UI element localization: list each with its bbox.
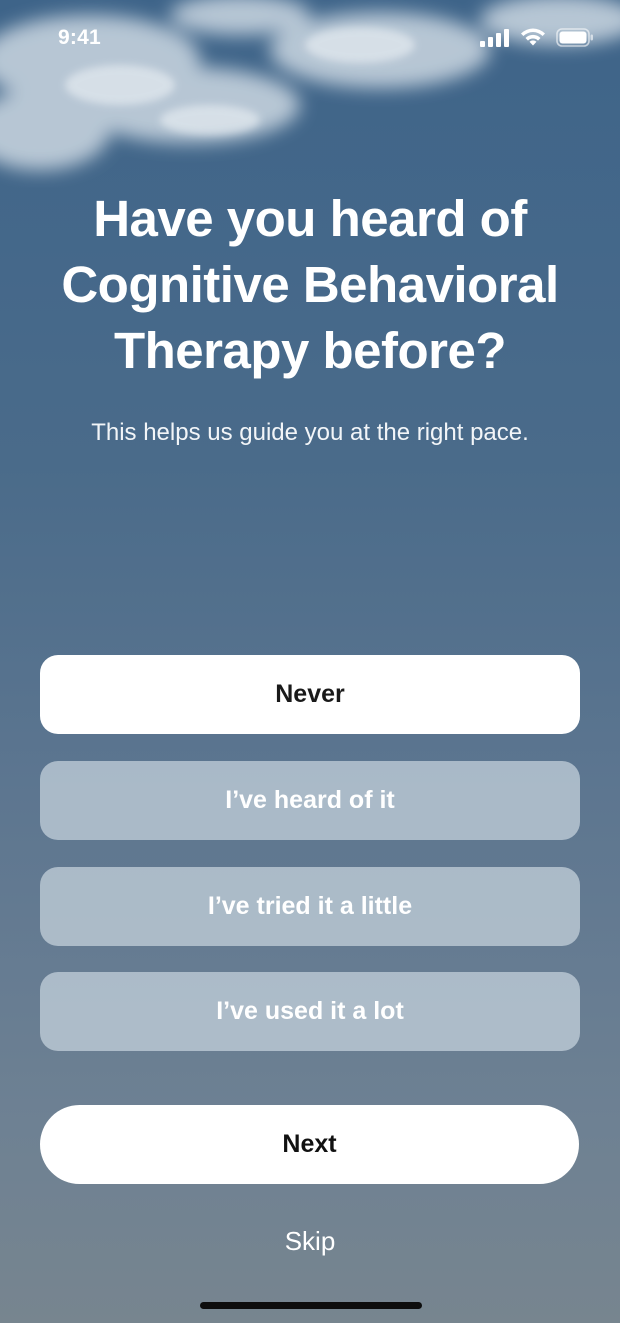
next-button-label: Next bbox=[282, 1130, 337, 1158]
option-label: I’ve used it a lot bbox=[216, 997, 404, 1025]
status-bar: 9:41 bbox=[0, 0, 620, 78]
battery-icon bbox=[556, 28, 593, 47]
question-subtitle: This helps us guide you at the right pac… bbox=[91, 419, 529, 446]
onboarding-screen: 9:41 Have you heard of Cognitive Behavio… bbox=[0, 0, 620, 1323]
cellular-signal-icon bbox=[480, 28, 509, 47]
status-icons bbox=[480, 28, 594, 47]
wifi-icon bbox=[521, 28, 545, 46]
next-button[interactable]: Next bbox=[40, 1105, 579, 1184]
option-never[interactable]: Never bbox=[40, 655, 580, 734]
option-label: Never bbox=[275, 680, 345, 708]
option-label: I’ve heard of it bbox=[225, 786, 395, 814]
home-indicator[interactable] bbox=[200, 1302, 422, 1309]
status-time: 9:41 bbox=[58, 26, 101, 49]
option-label: I’ve tried it a little bbox=[207, 892, 413, 920]
option-tried-a-little[interactable]: I’ve tried it a little bbox=[40, 867, 580, 946]
question-title: Have you heard of Cognitive Behavioral T… bbox=[61, 190, 559, 379]
option-used-a-lot[interactable]: I’ve used it a lot bbox=[40, 972, 580, 1051]
option-heard-of-it[interactable]: I’ve heard of it bbox=[40, 761, 580, 840]
skip-button[interactable]: Skip bbox=[0, 1226, 620, 1257]
